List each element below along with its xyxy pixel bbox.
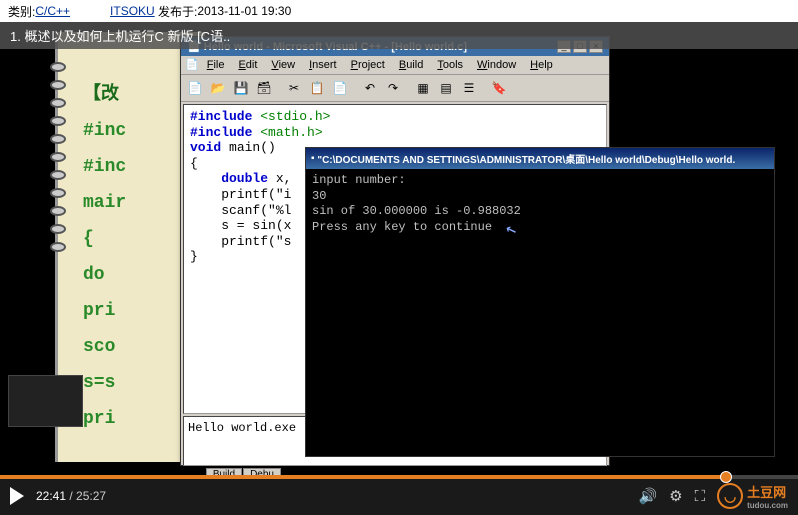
open-icon[interactable]: 📂 <box>208 78 228 98</box>
progress-bar[interactable] <box>0 475 798 479</box>
play-button[interactable] <box>10 487 24 505</box>
logo-face-icon: ◡ <box>717 483 743 509</box>
save-icon[interactable]: 💾 <box>231 78 251 98</box>
video-player-controls: 22:41 / 25:27 🔊 ⚙ ⛶ ◡ 土豆网 tudou.com <box>0 475 798 515</box>
bookmark-icon[interactable]: 🔖 <box>489 78 509 98</box>
page-metadata-bar: 类别: C/C++ ITSOKU 发布于: 2013-11-01 19:30 <box>0 0 798 22</box>
video-description-overlay: 1. 概述以及如何上机运行C 新版 [C语.. <box>0 22 798 49</box>
console-titlebar[interactable]: ▪ "C:\DOCUMENTS AND SETTINGS\ADMINISTRAT… <box>306 148 774 169</box>
cut-icon[interactable]: ✂ <box>284 78 304 98</box>
publish-label: 发布于: <box>158 3 197 20</box>
volume-icon[interactable]: 🔊 <box>638 487 657 505</box>
menu-tools[interactable]: Tools <box>431 58 469 72</box>
category-label: 类别: <box>8 3 35 20</box>
category-link[interactable]: C/C++ <box>35 4 70 18</box>
ide-toolbar: 📄 📂 💾 🗃 ✂ 📋 📄 ↶ ↷ ▦ ▤ ☰ 🔖 <box>181 75 609 102</box>
seek-preview-thumbnail <box>8 375 83 427</box>
progress-fill <box>0 475 726 479</box>
console-line: input number: <box>312 173 768 189</box>
time-display: 22:41 / 25:27 <box>36 489 106 503</box>
video-viewport: 1. 概述以及如何上机运行C 新版 [C语.. 【改 #inc #inc mai… <box>0 22 798 475</box>
workspace-icon[interactable]: ▦ <box>413 78 433 98</box>
console-line: sin of 30.000000 is -0.988032 <box>312 204 768 220</box>
find-icon[interactable]: ☰ <box>459 78 479 98</box>
menu-edit[interactable]: Edit <box>232 58 263 72</box>
menu-help[interactable]: Help <box>524 58 559 72</box>
menu-project[interactable]: Project <box>345 58 391 72</box>
menu-file[interactable]: File <box>201 58 231 72</box>
time-current: 22:41 <box>36 489 66 503</box>
redo-icon[interactable]: ↷ <box>383 78 403 98</box>
console-title-text: "C:\DOCUMENTS AND SETTINGS\ADMINISTRATOR… <box>317 151 769 166</box>
fullscreen-icon[interactable]: ⛶ <box>695 488 706 505</box>
brand-sub: tudou.com <box>747 501 788 510</box>
save-all-icon[interactable]: 🗃 <box>254 78 274 98</box>
author-link[interactable]: ITSOKU <box>110 4 155 18</box>
undo-icon[interactable]: ↶ <box>360 78 380 98</box>
console-line: Press any key to continue <box>312 220 768 236</box>
ide-menu-bar: 📄 File Edit View Insert Project Build To… <box>181 56 609 75</box>
paste-icon[interactable]: 📄 <box>330 78 350 98</box>
menu-window[interactable]: Window <box>471 58 522 72</box>
output-tabs: ◂ ▸ Build Debu <box>181 468 609 475</box>
doc-icon: 📄 <box>185 58 199 72</box>
tab-debug[interactable]: Debu <box>243 468 281 475</box>
console-line: 30 <box>312 189 768 205</box>
publish-date: 2013-11-01 19:30 <box>197 4 291 18</box>
site-logo[interactable]: ◡ 土豆网 tudou.com <box>717 482 788 510</box>
time-total: 25:27 <box>76 489 106 503</box>
menu-view[interactable]: View <box>265 58 301 72</box>
tab-build[interactable]: Build <box>206 468 242 475</box>
new-file-icon[interactable]: 📄 <box>185 78 205 98</box>
output-icon[interactable]: ▤ <box>436 78 456 98</box>
spiral-binding <box>50 62 70 260</box>
menu-build[interactable]: Build <box>393 58 429 72</box>
settings-icon[interactable]: ⚙ <box>669 487 682 505</box>
console-output: input number: 30 sin of 30.000000 is -0.… <box>306 169 774 239</box>
copy-icon[interactable]: 📋 <box>307 78 327 98</box>
menu-insert[interactable]: Insert <box>303 58 343 72</box>
brand-text: 土豆网 <box>747 482 788 501</box>
console-window[interactable]: ▪ "C:\DOCUMENTS AND SETTINGS\ADMINISTRAT… <box>305 147 775 457</box>
